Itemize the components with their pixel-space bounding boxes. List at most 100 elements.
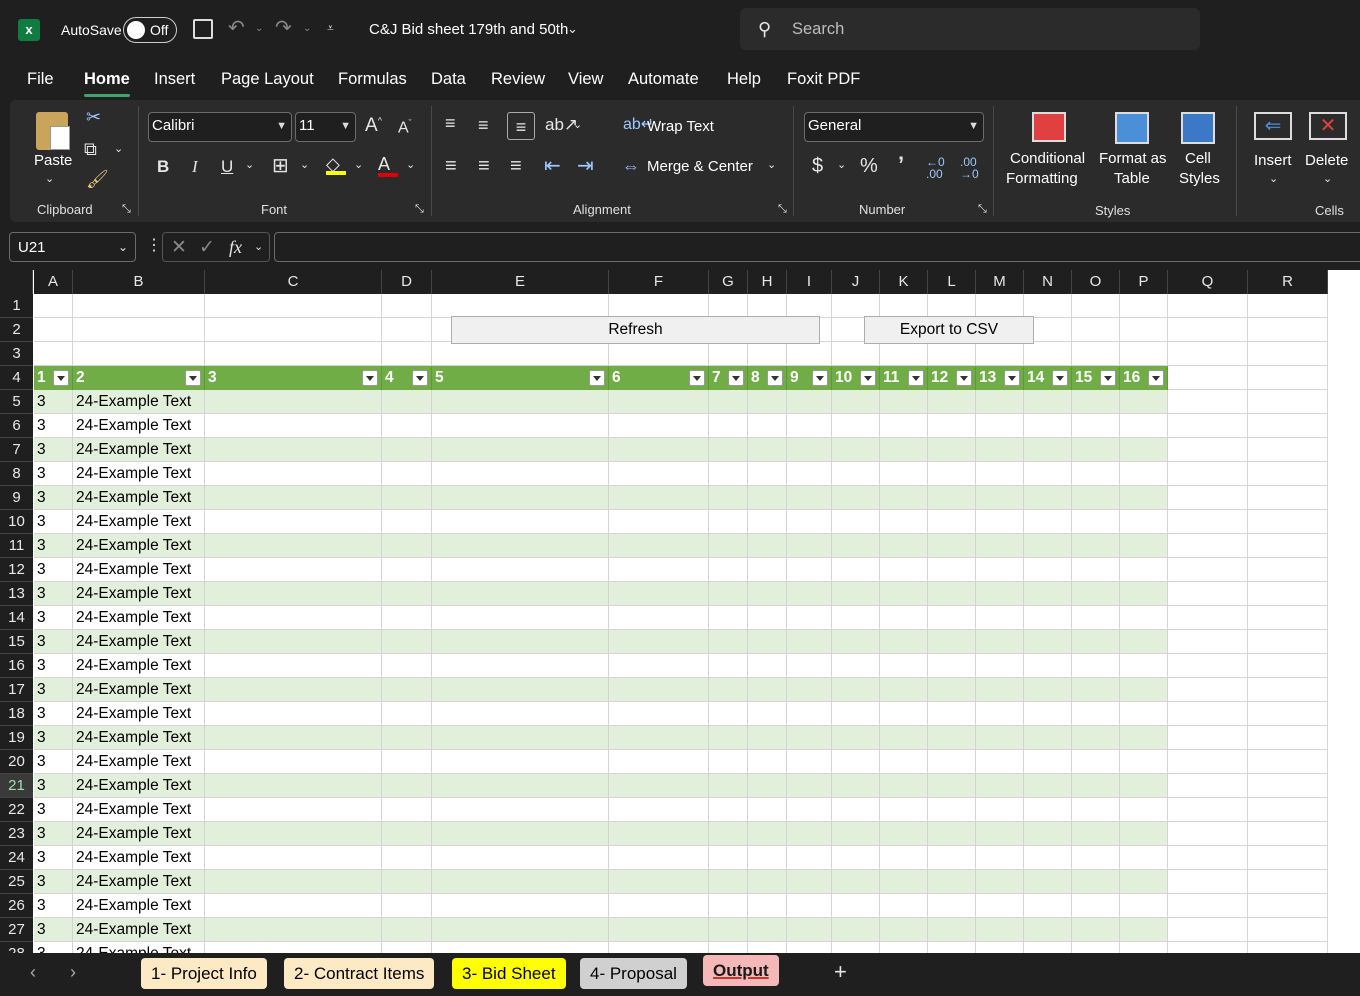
sheet-tab-project-info[interactable]: 1- Project Info — [141, 958, 267, 989]
tab-view[interactable]: View — [568, 70, 603, 89]
cell[interactable] — [609, 918, 709, 942]
cell[interactable] — [432, 774, 609, 798]
table-cell-number[interactable]: 3 — [34, 654, 73, 678]
cell[interactable] — [34, 294, 73, 318]
cell[interactable] — [1024, 510, 1072, 534]
cell[interactable] — [748, 750, 787, 774]
cell[interactable] — [928, 942, 976, 953]
cell[interactable] — [1024, 462, 1072, 486]
cell[interactable] — [1248, 678, 1328, 702]
cell[interactable] — [1072, 558, 1120, 582]
cell[interactable] — [748, 630, 787, 654]
cell[interactable] — [1168, 582, 1248, 606]
cell[interactable] — [709, 726, 748, 750]
cell[interactable] — [880, 678, 928, 702]
cell[interactable] — [787, 558, 832, 582]
cell[interactable] — [928, 702, 976, 726]
cell[interactable] — [609, 390, 709, 414]
cell[interactable] — [1248, 390, 1328, 414]
cell[interactable] — [787, 630, 832, 654]
column-header[interactable]: O — [1072, 270, 1120, 294]
cell[interactable] — [1168, 486, 1248, 510]
align-center-icon[interactable]: ≡ — [478, 156, 490, 176]
cell[interactable] — [1072, 942, 1120, 953]
table-cell-text[interactable]: 24-Example Text — [73, 558, 205, 582]
cell[interactable] — [1072, 510, 1120, 534]
cell[interactable] — [976, 750, 1024, 774]
cell[interactable] — [976, 534, 1024, 558]
cell[interactable] — [1168, 342, 1248, 366]
cell[interactable] — [1168, 726, 1248, 750]
filter-dropdown-icon[interactable] — [589, 370, 605, 386]
cell[interactable] — [1072, 294, 1120, 318]
row-header[interactable]: 7 — [0, 438, 33, 462]
cell[interactable] — [382, 654, 432, 678]
table-cell-text[interactable]: 24-Example Text — [73, 894, 205, 918]
save-icon[interactable] — [193, 19, 213, 39]
cell[interactable] — [1168, 534, 1248, 558]
cell[interactable] — [205, 846, 382, 870]
cell-styles-button[interactable]: Cell Styles — [1175, 110, 1229, 190]
cell[interactable] — [432, 438, 609, 462]
cell[interactable] — [205, 438, 382, 462]
font-size-select[interactable]: 11 ▼ — [295, 112, 356, 142]
cell[interactable] — [432, 654, 609, 678]
cell[interactable] — [609, 822, 709, 846]
cell[interactable] — [928, 534, 976, 558]
prev-sheet-icon[interactable]: ‹ — [30, 963, 36, 981]
cell[interactable] — [748, 438, 787, 462]
table-cell-text[interactable]: 24-Example Text — [73, 798, 205, 822]
cell[interactable] — [1168, 750, 1248, 774]
cell[interactable] — [432, 606, 609, 630]
cell[interactable] — [1248, 654, 1328, 678]
cell[interactable] — [73, 294, 205, 318]
cell[interactable] — [1072, 318, 1120, 342]
cell[interactable] — [1168, 870, 1248, 894]
cell[interactable] — [205, 774, 382, 798]
cell[interactable] — [832, 654, 880, 678]
cell[interactable] — [1024, 654, 1072, 678]
cell[interactable] — [432, 486, 609, 510]
merge-center-button[interactable]: Merge & Center — [647, 158, 753, 175]
column-header[interactable]: I — [787, 270, 832, 294]
cell[interactable] — [432, 390, 609, 414]
cell[interactable] — [787, 510, 832, 534]
tab-insert[interactable]: Insert — [154, 70, 195, 89]
cell[interactable] — [609, 606, 709, 630]
cell[interactable] — [1120, 534, 1168, 558]
wrap-text-button[interactable]: Wrap Text — [647, 118, 714, 135]
copy-icon[interactable]: ⧉ — [84, 140, 97, 158]
cell[interactable] — [1248, 558, 1328, 582]
tab-automate[interactable]: Automate — [628, 70, 699, 89]
row-header[interactable]: 27 — [0, 918, 33, 942]
table-cell-text[interactable]: 24-Example Text — [73, 414, 205, 438]
cell[interactable] — [382, 750, 432, 774]
cell[interactable] — [832, 726, 880, 750]
cell[interactable] — [1248, 870, 1328, 894]
font-name-select[interactable]: Calibri ▼ — [148, 112, 292, 142]
cell[interactable] — [928, 846, 976, 870]
cell[interactable] — [1248, 942, 1328, 953]
cell[interactable] — [382, 630, 432, 654]
cell[interactable] — [205, 486, 382, 510]
cell[interactable] — [1072, 702, 1120, 726]
cell[interactable] — [382, 798, 432, 822]
orientation-dropdown-icon[interactable]: ⌄ — [573, 120, 582, 131]
cell[interactable] — [787, 774, 832, 798]
filter-dropdown-icon[interactable] — [689, 370, 705, 386]
cell[interactable] — [787, 342, 832, 366]
cell[interactable] — [1024, 534, 1072, 558]
filter-dropdown-icon[interactable] — [412, 370, 428, 386]
cell[interactable] — [205, 750, 382, 774]
cell[interactable] — [432, 942, 609, 953]
cell[interactable] — [1024, 390, 1072, 414]
cell[interactable] — [880, 654, 928, 678]
cell[interactable] — [1248, 510, 1328, 534]
cell[interactable] — [976, 510, 1024, 534]
row-header[interactable]: 11 — [0, 534, 33, 558]
cell[interactable] — [928, 558, 976, 582]
cell[interactable] — [976, 678, 1024, 702]
cell[interactable] — [609, 942, 709, 953]
table-cell-text[interactable]: 24-Example Text — [73, 774, 205, 798]
cell[interactable] — [382, 462, 432, 486]
